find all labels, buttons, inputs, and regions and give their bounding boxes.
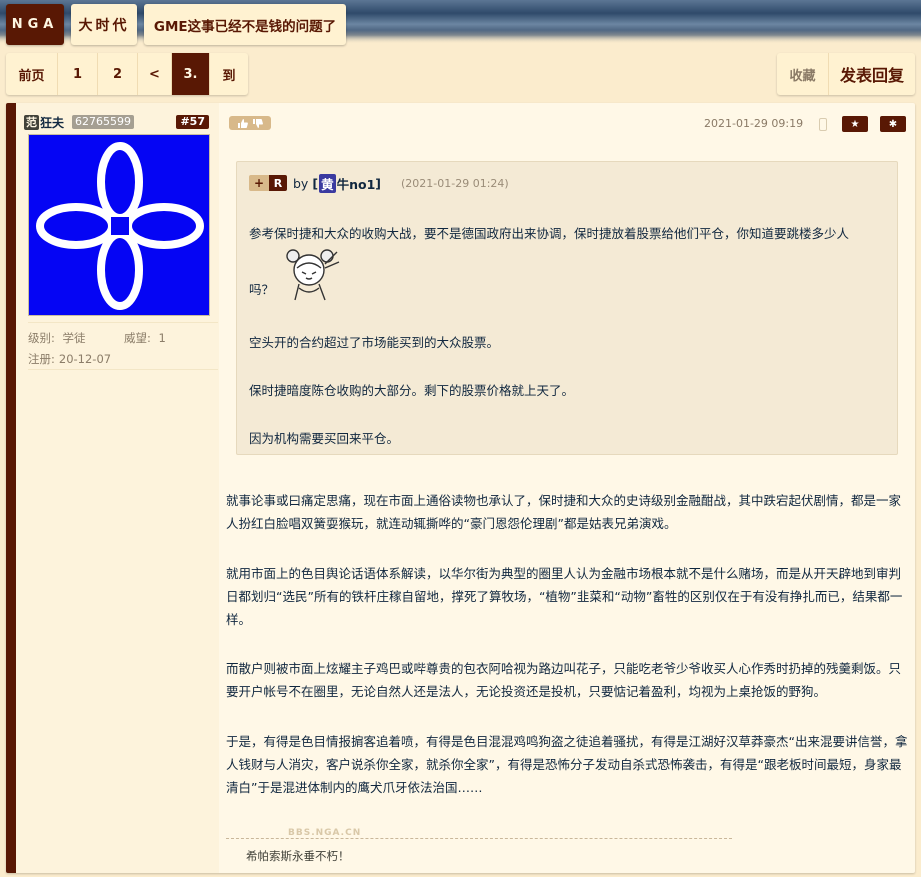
quote-header: + R by [ 黄 牛no1 ] (2021-01-29 01:24) <box>249 173 509 193</box>
prev-arrow-button[interactable]: < <box>138 53 172 95</box>
quote-by: by <box>293 175 309 191</box>
avatar[interactable] <box>28 134 210 316</box>
level-label: 级别: <box>28 330 55 345</box>
quote-text: 因为机构需要买回来平仓。 <box>249 431 400 446</box>
reputation-label: 威望: <box>124 330 151 345</box>
topic-actions: 收藏 发表回复 <box>777 53 915 95</box>
post-menu-button[interactable]: ✱ <box>880 116 906 132</box>
star-button[interactable]: ★ <box>842 116 868 132</box>
post-date: 2021-01-29 09:19 <box>704 117 804 130</box>
quote-block: + R by [ 黄 牛no1 ] (2021-01-29 01:24) 参考保… <box>236 161 898 455</box>
breadcrumb-topic[interactable]: GME这事已经不是钱的问题了 <box>144 4 346 45</box>
register-label: 注册: <box>28 351 55 366</box>
pagination: 前页 1 2 < 3. 到 <box>6 53 248 95</box>
user-info-pane: 范 狂夫 62765599 #57 级别: 学徒 威望: 1 注册: 20-12… <box>16 103 219 873</box>
reply-button[interactable]: 发表回复 <box>829 53 915 95</box>
bracket: ] <box>375 175 381 191</box>
floor-number[interactable]: #57 <box>176 115 209 129</box>
post-paragraph: 于是，有得是色目情报掮客追着喷，有得是色目混混鸡鸣狗盗之徒追着骚扰，有得是江湖好… <box>226 734 908 795</box>
divider <box>28 369 218 370</box>
signature: 希帕索斯永垂不朽！ <box>246 849 350 863</box>
register-date: 20-12-07 <box>58 351 112 366</box>
phone-icon <box>819 118 827 131</box>
thumbs-down-icon[interactable] <box>252 118 263 128</box>
username-link[interactable]: 狂夫 <box>40 114 64 131</box>
post-paragraph: 就事论事或曰痛定思痛，现在市面上通俗读物也承认了，保时捷和大众的史诗级别金融酣战… <box>226 493 902 531</box>
favorite-button[interactable]: 收藏 <box>777 53 829 95</box>
quoted-username[interactable]: [ 黄 牛no1 ] <box>312 173 381 193</box>
level-value: 学徒 <box>62 330 86 345</box>
goto-page-button[interactable]: 到 <box>210 53 248 95</box>
page-1-button[interactable]: 1 <box>58 53 98 95</box>
signature-divider <box>226 838 732 839</box>
quote-text: 空头开的合约超过了市场能买到的大众股票。 <box>249 335 500 350</box>
reputation-value: 1 <box>158 330 166 345</box>
anime-sticker-icon <box>286 249 340 301</box>
quoted-user-badge: 黄 <box>319 173 336 193</box>
vote-buttons <box>229 116 271 130</box>
divider <box>28 322 218 323</box>
post-57: 范 狂夫 62765599 #57 级别: 学徒 威望: 1 注册: 20-12… <box>6 103 915 873</box>
star-icon: ★ <box>850 118 860 130</box>
gear-icon: ✱ <box>888 118 898 130</box>
post-accent-bar <box>6 103 16 873</box>
post-paragraph: 而散户则被市面上炫耀主子鸡巴或哔尊贵的包衣阿哈视为路边叫花子，只能吃老爷少爷收买… <box>226 661 902 699</box>
quoted-user-name: 牛no1 <box>336 176 376 192</box>
breadcrumb-forum[interactable]: 大时代 <box>71 4 137 45</box>
quote-text: 参考保时捷和大众的收购大战，要不是德国政府出来协调，保时捷放着股票给他们平仓，你… <box>249 226 850 241</box>
top-banner <box>0 0 921 44</box>
current-page: 3. <box>172 53 210 95</box>
thumbs-up-icon[interactable] <box>237 118 248 128</box>
user-badge: 范 <box>24 114 39 130</box>
quote-expand-button[interactable]: + <box>249 175 269 191</box>
user-stats: 级别: 学徒 威望: 1 注册: 20-12-07 <box>28 327 218 369</box>
prev-page-button[interactable]: 前页 <box>6 53 58 95</box>
quote-reply-tag[interactable]: R <box>269 175 287 191</box>
signature-watermark: BBS.NGA.CN <box>288 828 362 838</box>
quote-text: 吗？ <box>249 282 275 297</box>
nga-logo-link[interactable]: NGA <box>6 4 64 45</box>
post-paragraph: 就用市面上的色目舆论话语体系解读，以华尔街为典型的圈里人认为金融市场根本就不是什… <box>226 566 903 627</box>
quote-text: 保时捷暗度陈仓收购的大部分。剩下的股票价格就上天了。 <box>249 383 575 398</box>
bracket: [ <box>312 175 319 191</box>
quote-time: (2021-01-29 01:24) <box>400 176 509 190</box>
user-uid[interactable]: 62765599 <box>72 115 135 129</box>
clover-icon <box>36 142 204 310</box>
page-2-button[interactable]: 2 <box>98 53 138 95</box>
